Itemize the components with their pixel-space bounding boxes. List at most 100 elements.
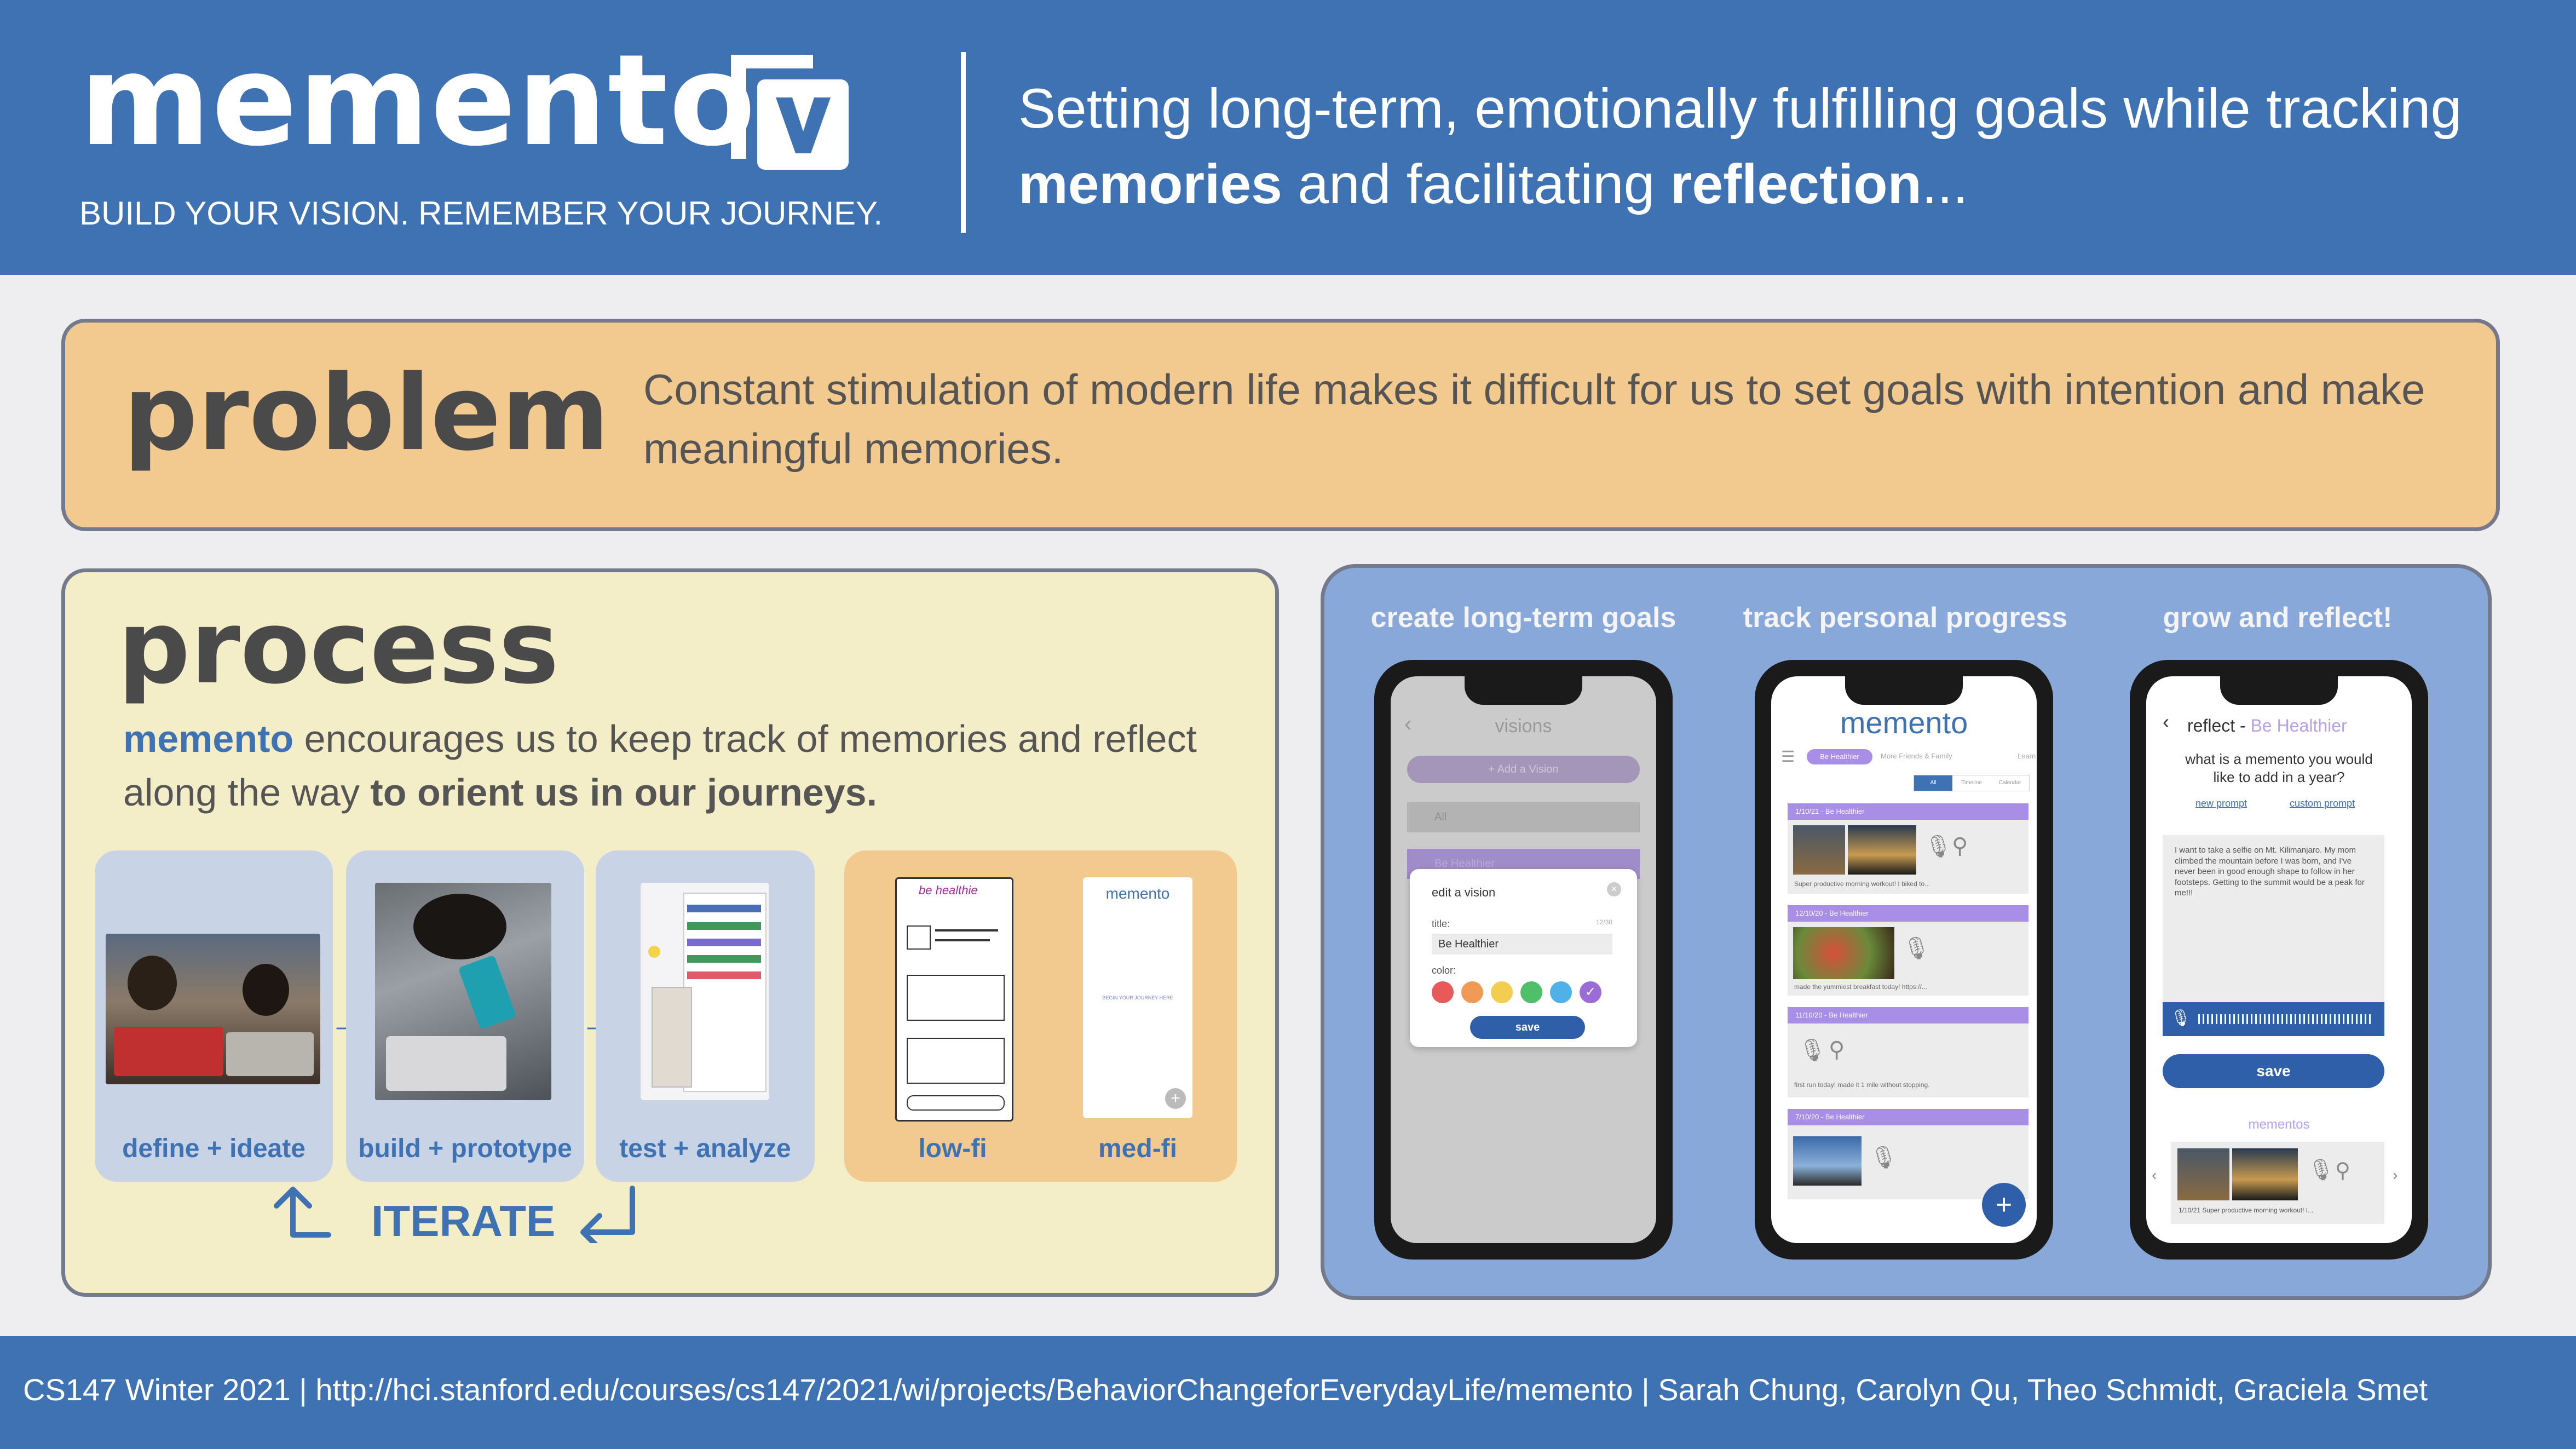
- phone-track-progress: memento ☰ Be Healthier More Friends & Fa…: [1755, 660, 2053, 1260]
- location-pin-icon: ⚲: [2335, 1159, 2350, 1182]
- memory-card[interactable]: 11/10/20 - Be Healthier 🎙 ⚲ first run to…: [1788, 1007, 2028, 1097]
- custom-prompt-link[interactable]: custom prompt: [2290, 798, 2355, 809]
- reflect-prompt: what is a memento you would like to add …: [2185, 751, 2373, 785]
- back-chevron-icon[interactable]: ‹: [2163, 710, 2169, 733]
- process-desc-bold: to orient us in our journeys.: [370, 771, 878, 814]
- memento-logo-icon: [731, 55, 849, 170]
- color-swatch-row: ✓: [1432, 981, 1623, 1005]
- reflect-screen: ‹ reflect - Be Healthier what is a memen…: [2146, 676, 2412, 1243]
- pitch-text-1: Setting long-term, emotionally fulfillin…: [1018, 77, 2462, 140]
- microphone-icon: 🎙: [1799, 1038, 1826, 1062]
- header-divider: [961, 52, 966, 233]
- save-reflection-button[interactable]: save: [2163, 1054, 2384, 1088]
- caption-create-goals: create long-term goals: [1370, 602, 1676, 634]
- memory-photo: [1793, 825, 1845, 875]
- dialog-title: edit a vision: [1432, 886, 1496, 899]
- close-icon[interactable]: ×: [1607, 882, 1621, 896]
- pitch-bold-reflection: reflection: [1670, 152, 1922, 215]
- reflection-textarea[interactable]: I want to take a selfie on Mt. Kilimanja…: [2163, 835, 2384, 1002]
- caption-track-progress: track personal progress: [1743, 602, 2068, 634]
- lowfi-title: be healthie: [919, 883, 978, 897]
- memory-card-text: first run today! made it 1 mile without …: [1794, 1081, 1930, 1089]
- phone-grow-reflect: ‹ reflect - Be Healthier what is a memen…: [2130, 660, 2428, 1260]
- iterate-arrow-back-icon: [580, 1186, 635, 1243]
- voice-recording-bar[interactable]: 🎙: [2163, 1002, 2384, 1036]
- memory-card[interactable]: 12/10/20 - Be Healthier 🎙 made the yummi…: [1788, 905, 2028, 996]
- visions-screen: ‹ visions + Add a Vision All Be Healthie…: [1391, 676, 1656, 1243]
- memory-card-header: 1/10/21 - Be Healthier: [1788, 803, 2028, 820]
- brand-tagline: BUILD YOUR VISION. REMEMBER YOUR JOURNEY…: [79, 195, 883, 232]
- color-label: color:: [1432, 965, 1456, 976]
- color-swatch[interactable]: ✓: [1580, 981, 1601, 1003]
- memento-card[interactable]: 🎙 ⚲ 1/10/21 Super productive morning wor…: [2171, 1142, 2384, 1224]
- location-pin-icon: ⚲: [1952, 834, 1968, 858]
- microphone-icon: 🎙: [2308, 1159, 2335, 1182]
- timeline-screen: memento ☰ Be Healthier More Friends & Fa…: [1771, 676, 2037, 1243]
- carousel-next-icon[interactable]: ›: [2393, 1166, 2398, 1184]
- caption-grow-reflect: grow and reflect!: [2163, 602, 2393, 634]
- pitch-text-2: and facilitating: [1282, 152, 1670, 215]
- title-field-label: title:: [1432, 918, 1450, 929]
- view-toggle[interactable]: All Timeline Calendar: [1914, 775, 2030, 791]
- memento-photo: [2177, 1148, 2229, 1200]
- microphone-icon: 🎙: [1903, 936, 1930, 961]
- title-input[interactable]: Be Healthier: [1432, 934, 1612, 955]
- title-field-count: 12/30: [1596, 918, 1613, 926]
- iterate-arrow-up-icon: [274, 1187, 331, 1238]
- process-brand: memento: [123, 717, 294, 760]
- iterate-label: ITERATE: [371, 1197, 556, 1245]
- pitch-text-3: ...: [1921, 152, 1968, 215]
- color-swatch[interactable]: [1550, 981, 1572, 1003]
- memento-photo: [2232, 1148, 2298, 1200]
- breakfast-photo: [1793, 927, 1894, 979]
- phone-create-goals: ‹ visions + Add a Vision All Be Healthie…: [1374, 660, 1673, 1260]
- fidelity-label-med: med-fi: [1098, 1134, 1177, 1163]
- new-prompt-link[interactable]: new prompt: [2195, 798, 2247, 809]
- usability-test-screens: [641, 883, 769, 1100]
- memory-card-header: 12/10/20 - Be Healthier: [1788, 905, 2028, 922]
- color-swatch[interactable]: [1461, 981, 1483, 1003]
- memory-card-text: made the yummiest breakfast today! https…: [1794, 983, 1927, 991]
- chip-learn[interactable]: Learn: [2018, 752, 2036, 760]
- toggle-calendar[interactable]: Calendar: [1991, 775, 2029, 791]
- carousel-prev-icon[interactable]: ‹: [2152, 1166, 2157, 1184]
- edit-vision-dialog: edit a vision × title: 12/30 Be Healthie…: [1410, 869, 1637, 1047]
- toggle-timeline[interactable]: Timeline: [1952, 775, 1991, 791]
- memory-photo: [1848, 825, 1916, 875]
- vision-item-all[interactable]: All: [1407, 802, 1640, 832]
- memory-card-header: 7/10/20 - Be Healthier: [1788, 1109, 2028, 1125]
- memory-card-header: 11/10/20 - Be Healthier: [1788, 1007, 2028, 1024]
- footer-credits: CS147 Winter 2021 | http://hci.stanford.…: [23, 1372, 2428, 1407]
- toggle-all[interactable]: All: [1914, 775, 1952, 791]
- team-ideation-photo: [106, 934, 320, 1084]
- visions-header: visions: [1495, 716, 1552, 737]
- lowfi-sketch: be healthie: [895, 877, 1013, 1122]
- prototype-building-photo: [375, 883, 551, 1100]
- pitch-bold-memories: memories: [1018, 152, 1282, 215]
- color-swatch[interactable]: [1491, 981, 1513, 1003]
- microphone-icon: 🎙: [2170, 1009, 2192, 1027]
- medfi-text: BEGIN YOUR JOURNEY HERE: [1102, 995, 1173, 1001]
- reflect-header-vision: Be Healthier: [2250, 716, 2347, 735]
- microphone-icon: 🎙: [1924, 835, 1952, 859]
- step-label-test: test + analyze: [619, 1134, 791, 1163]
- add-memory-button[interactable]: +: [1982, 1183, 2026, 1227]
- menu-icon[interactable]: ☰: [1781, 748, 1795, 766]
- audio-waveform: [2198, 1014, 2373, 1024]
- memory-card[interactable]: 1/10/21 - Be Healthier 🎙 ⚲ Super product…: [1788, 803, 2028, 894]
- timeline-app-title: memento: [1840, 705, 1968, 740]
- chip-friends-family[interactable]: More Friends & Family: [1881, 752, 1952, 760]
- medfi-add-icon: +: [1165, 1088, 1186, 1109]
- reflect-header-label: reflect -: [2187, 716, 2251, 735]
- mementos-label: mementos: [2248, 1117, 2310, 1132]
- chip-be-healthier[interactable]: Be Healthier: [1807, 749, 1872, 764]
- medfi-title: memento: [1105, 885, 1170, 902]
- memory-card-text: Super productive morning workout! I bike…: [1794, 880, 1930, 888]
- fidelity-label-low: low-fi: [918, 1134, 987, 1163]
- step-label-define: define + ideate: [122, 1134, 306, 1163]
- save-vision-button[interactable]: save: [1470, 1016, 1585, 1039]
- brand-title: memento: [79, 28, 757, 174]
- color-swatch[interactable]: [1520, 981, 1542, 1003]
- add-vision-button[interactable]: + Add a Vision: [1407, 756, 1640, 783]
- color-swatch[interactable]: [1432, 981, 1454, 1003]
